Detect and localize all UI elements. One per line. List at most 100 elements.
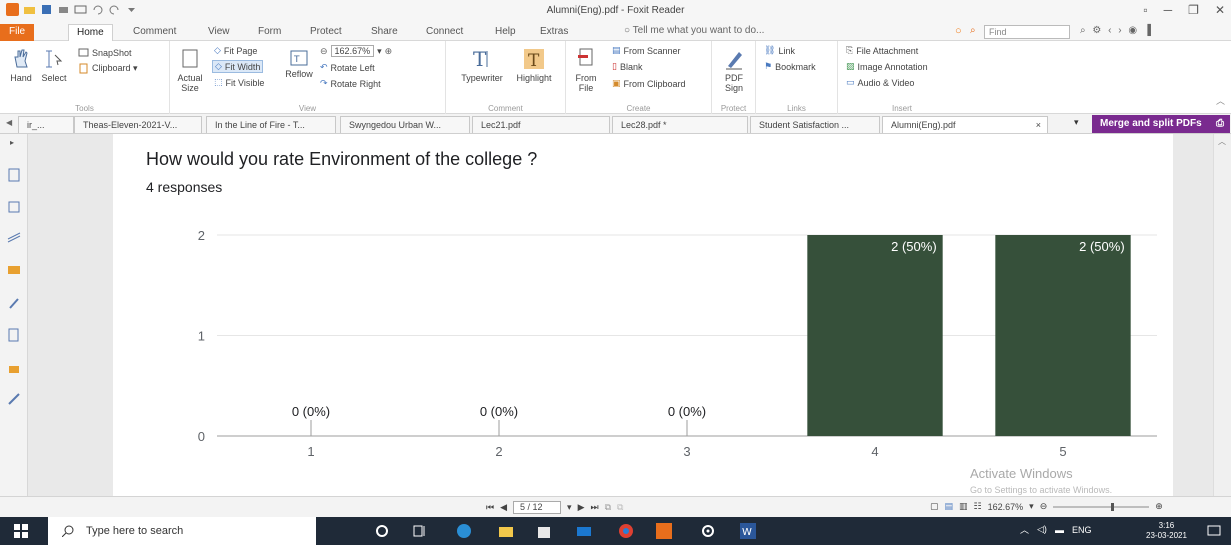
zoom-value-field[interactable]: 162.67% bbox=[330, 45, 375, 57]
rotate-right-button[interactable]: ↷ Rotate Right bbox=[320, 78, 381, 89]
ribbon-display-icon[interactable]: ▫ bbox=[1143, 3, 1147, 17]
close-tab-icon[interactable]: × bbox=[1036, 117, 1041, 133]
link-button[interactable]: ⛓ Link bbox=[764, 45, 795, 56]
actual-size-button[interactable]: Actual Size bbox=[174, 47, 206, 93]
scroll-up-icon[interactable]: ︿ bbox=[1218, 136, 1226, 147]
doc-tab[interactable]: In the Line of Fire - T... bbox=[206, 116, 336, 133]
previous-page-icon[interactable]: ◀ bbox=[500, 502, 507, 513]
blank-button[interactable]: ▯ Blank bbox=[612, 61, 642, 72]
page-number-field[interactable]: 5 / 12 bbox=[513, 501, 562, 514]
foxit-reader-icon[interactable] bbox=[656, 523, 672, 539]
edge-browser-icon[interactable] bbox=[456, 523, 472, 539]
minimize-button[interactable]: ─ bbox=[1164, 3, 1173, 17]
cortana-icon[interactable] bbox=[374, 523, 390, 539]
doc-tab[interactable]: Lec28.pdf * bbox=[612, 116, 748, 133]
doc-tab[interactable]: Swyngedou Urban W... bbox=[340, 116, 470, 133]
sign-icon[interactable] bbox=[7, 392, 21, 406]
select-button[interactable]: Select bbox=[38, 47, 70, 83]
layers-icon[interactable] bbox=[7, 200, 21, 214]
doc-tab[interactable]: Student Satisfaction ... bbox=[750, 116, 880, 133]
tab-help[interactable]: Help bbox=[495, 24, 516, 41]
facing-icon[interactable]: ▥ bbox=[959, 501, 968, 512]
chevron-down-icon[interactable]: ▾ bbox=[377, 46, 382, 57]
search-icon[interactable]: ⌕ bbox=[970, 25, 976, 36]
previous-view-icon[interactable]: ⧉ bbox=[605, 502, 611, 513]
rotate-left-button[interactable]: ↶ Rotate Left bbox=[320, 62, 375, 73]
pages-icon[interactable] bbox=[7, 168, 21, 182]
restore-button[interactable]: ❐ bbox=[1188, 3, 1199, 17]
page-list-chevron-icon[interactable]: ▾ bbox=[567, 502, 572, 513]
tab-file[interactable]: File bbox=[0, 24, 35, 41]
next-page-icon[interactable]: ▶ bbox=[578, 502, 585, 513]
last-page-icon[interactable]: ⏭ bbox=[590, 502, 598, 513]
next-view-icon[interactable]: ⧉ bbox=[617, 502, 623, 513]
file-attachment-button[interactable]: ⎘ File Attachment bbox=[846, 45, 918, 56]
tab-protect[interactable]: Protect bbox=[310, 24, 342, 41]
fit-page-button[interactable]: ◇ Fit Page bbox=[214, 45, 257, 56]
find-input[interactable]: Find bbox=[984, 25, 1070, 39]
notification-icon[interactable] bbox=[1206, 523, 1222, 539]
zoom-out-icon[interactable]: ⊖ bbox=[320, 46, 328, 57]
fit-visible-button[interactable]: ⬚ Fit Visible bbox=[214, 77, 264, 88]
fit-width-button[interactable]: ◇ Fit Width bbox=[212, 60, 264, 73]
doc-tab[interactable]: Lec21.pdf bbox=[472, 116, 610, 133]
zoom-status-value[interactable]: 162.67% bbox=[988, 502, 1024, 512]
expand-panel-icon[interactable]: ▸ bbox=[10, 138, 14, 147]
tab-home[interactable]: Home bbox=[68, 24, 113, 41]
document-viewport[interactable]: How would you rate Environment of the co… bbox=[28, 134, 1213, 496]
tab-view[interactable]: View bbox=[208, 24, 230, 41]
comments-icon[interactable] bbox=[7, 264, 21, 278]
stack-icon[interactable] bbox=[7, 232, 21, 246]
typewriter-button[interactable]: T Typewriter bbox=[454, 47, 510, 83]
from-file-button[interactable]: From File bbox=[572, 47, 600, 93]
continuous-facing-icon[interactable]: ☷ bbox=[974, 501, 982, 512]
hand-button[interactable]: Hand bbox=[6, 47, 36, 83]
mail-icon[interactable] bbox=[576, 523, 592, 539]
taskbar-search-input[interactable]: Type here to search bbox=[48, 517, 316, 545]
clipboard-button[interactable]: Clipboard ▾ bbox=[78, 63, 138, 74]
zoom-control[interactable]: ⊖ 162.67% ▾ ⊕ bbox=[320, 45, 392, 57]
from-clipboard-button[interactable]: ▣ From Clipboard bbox=[612, 78, 686, 89]
zoom-in-icon[interactable]: ⊕ bbox=[385, 46, 393, 57]
volume-icon[interactable]: ◁) bbox=[1037, 524, 1047, 535]
zoom-in-status-icon[interactable]: ⊕ bbox=[1155, 501, 1163, 512]
highlight-button[interactable]: T Highlight bbox=[512, 47, 556, 83]
audio-video-button[interactable]: ▭ Audio & Video bbox=[846, 77, 914, 88]
snapshot-button[interactable]: SnapShot bbox=[78, 47, 132, 58]
from-scanner-button[interactable]: ▤ From Scanner bbox=[612, 45, 681, 56]
image-annotation-button[interactable]: ▨ Image Annotation bbox=[846, 61, 928, 72]
zoom-slider[interactable] bbox=[1053, 502, 1150, 512]
store-icon[interactable] bbox=[536, 523, 552, 539]
tab-connect[interactable]: Connect bbox=[426, 24, 463, 41]
doc-tab[interactable]: Theas-Eleven-2021-V... bbox=[74, 116, 202, 133]
settings-gear-icon[interactable] bbox=[700, 523, 716, 539]
doc-tab[interactable]: ir_... bbox=[18, 116, 74, 133]
file-explorer-icon[interactable] bbox=[498, 523, 514, 539]
tab-comment[interactable]: Comment bbox=[133, 24, 176, 41]
tab-list-chevron-icon[interactable]: ▾ bbox=[1074, 117, 1079, 128]
attachment-icon[interactable] bbox=[7, 296, 21, 310]
page-properties-icon[interactable] bbox=[7, 328, 21, 342]
language-indicator[interactable]: ENG bbox=[1072, 525, 1092, 535]
word-icon[interactable]: W bbox=[740, 523, 756, 539]
scroll-tabs-left-icon[interactable]: ◀ bbox=[6, 118, 12, 127]
tray-expand-chevron-icon[interactable]: ︿ bbox=[1020, 523, 1029, 536]
collapse-ribbon-icon[interactable]: ︿ bbox=[1216, 94, 1225, 107]
windows-start-icon[interactable] bbox=[14, 524, 28, 538]
reflow-button[interactable]: T Reflow bbox=[284, 49, 314, 79]
first-page-icon[interactable]: ⏮ bbox=[486, 502, 494, 513]
tab-share[interactable]: Share bbox=[371, 24, 398, 41]
continuous-icon[interactable]: ▤ bbox=[945, 501, 954, 512]
single-page-icon[interactable]: ▢ bbox=[930, 501, 939, 512]
chrome-icon[interactable] bbox=[618, 523, 634, 539]
network-icon[interactable]: ▬ bbox=[1055, 525, 1064, 535]
doc-tab-active[interactable]: Alumni(Eng).pdf × bbox=[882, 116, 1048, 133]
bookmark-button[interactable]: ⚑ Bookmark bbox=[764, 61, 816, 72]
zoom-out-status-icon[interactable]: ⊖ bbox=[1040, 501, 1048, 512]
pdf-sign-button[interactable]: PDF Sign bbox=[718, 47, 750, 93]
close-button[interactable]: ✕ bbox=[1215, 3, 1225, 17]
task-view-icon[interactable] bbox=[412, 523, 428, 539]
tab-extras[interactable]: Extras bbox=[540, 24, 568, 41]
zoom-dropdown-chevron-icon[interactable]: ▾ bbox=[1029, 501, 1034, 512]
merge-split-pdfs-button[interactable]: Merge and split PDFs ⎙ bbox=[1092, 115, 1230, 133]
